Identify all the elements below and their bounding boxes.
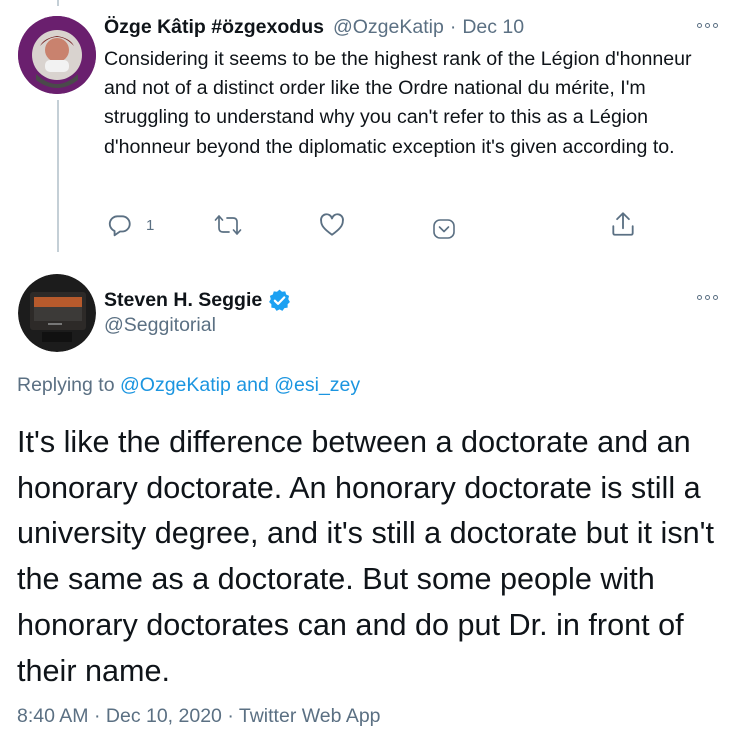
reply-tweet-text: Considering it seems to be the highest r…	[104, 48, 692, 158]
share-button[interactable]	[610, 210, 636, 238]
main-author-handle[interactable]: @Seggitorial	[104, 314, 216, 337]
retweet-icon	[214, 215, 242, 235]
retweet-button[interactable]	[214, 212, 242, 238]
main-more-options-icon[interactable]	[693, 290, 721, 304]
reply-count: 1	[146, 216, 155, 234]
main-tweet-header: Steven H. Seggie	[104, 286, 292, 314]
reply-button[interactable]: 1	[107, 212, 154, 238]
replying-user-esi-zey[interactable]: @esi_zey	[274, 374, 360, 396]
tweet-time[interactable]: 8:40 AM	[17, 705, 89, 727]
dot-separator: ·	[449, 15, 457, 38]
replying-prefix: Replying to	[17, 374, 115, 396]
footer-dot-1: ·	[93, 705, 106, 727]
reply-icon	[108, 215, 131, 237]
main-author-name[interactable]: Steven H. Seggie	[104, 289, 262, 312]
more-options-icon[interactable]	[693, 18, 721, 32]
tweet-footer: 8:40 AM · Dec 10, 2020 · Twitter Web App	[17, 705, 381, 728]
verified-badge-icon	[267, 288, 292, 313]
avatar-steven-image	[18, 274, 96, 352]
replying-user-ozgekatip[interactable]: @OzgeKatip	[120, 374, 231, 396]
tweet-date[interactable]: Dec 10	[462, 16, 524, 39]
replying-and: and	[236, 374, 269, 396]
avatar-steven[interactable]	[18, 274, 96, 352]
author-handle[interactable]: @OzgeKatip	[333, 16, 444, 39]
thread-line-connector	[57, 100, 59, 252]
heart-icon	[320, 213, 344, 236]
tweet-source[interactable]: Twitter Web App	[239, 705, 381, 727]
main-tweet-text: It's like the difference between a docto…	[17, 425, 714, 688]
avatar-ozge-image	[18, 16, 96, 94]
thread-line-top	[57, 0, 59, 6]
replying-to: Replying to @OzgeKatip and @esi_zey	[17, 374, 360, 397]
author-name[interactable]: Özge Kâtip #özgexodus	[104, 16, 324, 39]
reply-tweet-header: Özge Kâtip #özgexodus @OzgeKatip · Dec 1…	[104, 13, 524, 41]
share-icon	[612, 212, 634, 236]
like-button[interactable]	[319, 212, 345, 238]
avatar-ozge[interactable]	[18, 16, 96, 94]
footer-dot-2: ·	[227, 705, 239, 727]
tweet-full-date[interactable]: Dec 10, 2020	[106, 705, 222, 727]
tip-jar-icon	[433, 219, 455, 239]
tip-button[interactable]	[432, 218, 456, 240]
